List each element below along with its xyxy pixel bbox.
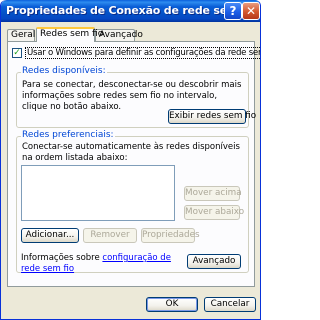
use-windows-option[interactable]: ✓ Usar o Windows para definir as configu… [12,47,260,59]
info-prefix: Informações sobre [21,253,103,263]
ok-button[interactable]: OK [146,297,198,312]
tab-redes-sem-fio[interactable]: Redes sem fio [36,27,103,42]
move-up-button[interactable]: Mover acima [184,186,242,201]
use-windows-checkbox[interactable]: ✓ [12,48,22,58]
properties-dialog: Propriedades de Conexão de rede sem fio … [0,0,261,320]
tab-geral[interactable]: Geral [7,29,35,41]
available-networks-title: Redes disponíveis: [21,66,107,76]
close-button[interactable]: ✕ [242,2,260,20]
preferred-networks-list[interactable] [21,165,175,221]
preferred-networks-text: Conectar-se automaticamente às redes dis… [22,142,240,163]
remove-button[interactable]: Remover [83,228,137,243]
info-text: Informações sobre configuração de rede s… [21,253,181,275]
preferred-networks-title: Redes preferenciais: [21,130,115,140]
use-windows-label[interactable]: Usar o Windows para definir as configura… [25,47,260,59]
help-button[interactable]: ? [224,2,242,20]
view-wireless-networks-button[interactable]: Exibir redes sem fio [168,109,256,124]
properties-button[interactable]: Propriedades [141,228,200,243]
move-down-button[interactable]: Mover abaixo [184,205,244,220]
advanced-button[interactable]: Avançado [187,254,241,269]
help-icon: ? [229,4,237,18]
close-icon: ✕ [245,4,257,18]
cancel-button[interactable]: Cancelar [204,297,256,312]
window-title: Propriedades de Conexão de rede sem fio [6,4,258,17]
title-bar[interactable]: Propriedades de Conexão de rede sem fio … [1,0,260,22]
add-button[interactable]: Adicionar... [21,228,79,243]
